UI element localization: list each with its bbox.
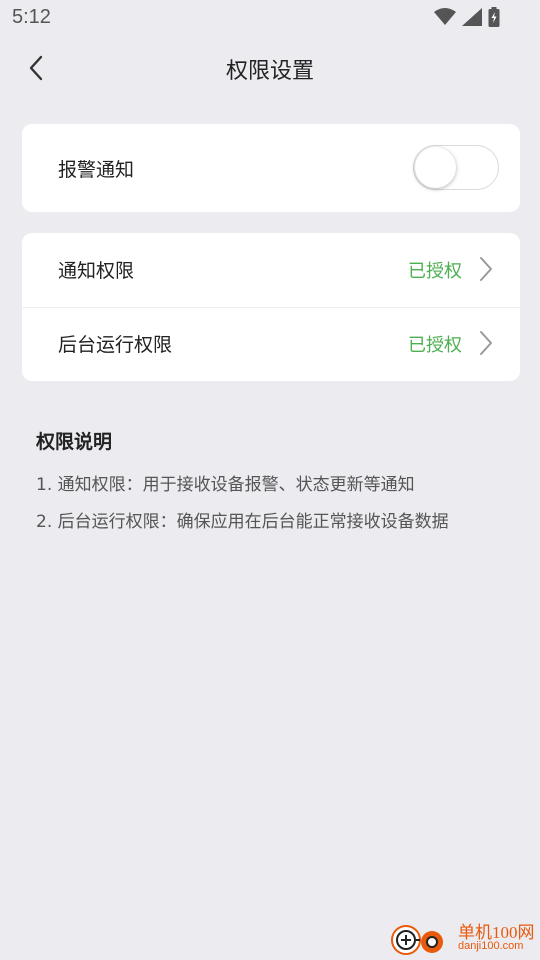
permission-row-notification[interactable]: 通知权限 已授权 [22, 233, 520, 308]
permission-row-background[interactable]: 后台运行权限 已授权 [22, 307, 520, 381]
chevron-right-icon [480, 331, 492, 355]
status-icons [434, 6, 500, 28]
explanation-item: 2. 后台运行权限：确保应用在后台能正常接收设备数据 [36, 512, 449, 532]
alarm-notification-card: 报警通知 [22, 124, 520, 212]
watermark: 单机100网 danji100.com [390, 916, 540, 960]
status-bar: 5:12 [0, 0, 540, 36]
permissions-card: 通知权限 已授权 后台运行权限 已授权 [22, 233, 520, 381]
signal-icon [462, 8, 482, 26]
toggle-knob [415, 147, 456, 188]
alarm-notification-toggle[interactable] [413, 145, 499, 190]
permission-status: 已授权 [408, 335, 462, 356]
permission-status: 已授权 [408, 261, 462, 282]
permission-label: 通知权限 [58, 260, 135, 282]
status-time: 5:12 [12, 6, 51, 28]
battery-charging-icon [488, 7, 500, 27]
explanation-item: 1. 通知权限：用于接收设备报警、状态更新等通知 [36, 475, 415, 495]
alarm-notification-label: 报警通知 [58, 159, 135, 181]
watermark-logo-icon [391, 925, 443, 955]
alarm-notification-row: 报警通知 [22, 124, 520, 212]
watermark-domain: danji100.com [458, 940, 524, 952]
wifi-icon [434, 8, 456, 25]
header: 权限设置 [0, 40, 540, 98]
chevron-right-icon [480, 257, 492, 281]
permission-label: 后台运行权限 [58, 334, 173, 356]
page-title: 权限设置 [225, 59, 314, 84]
explanation-title: 权限说明 [36, 431, 113, 453]
